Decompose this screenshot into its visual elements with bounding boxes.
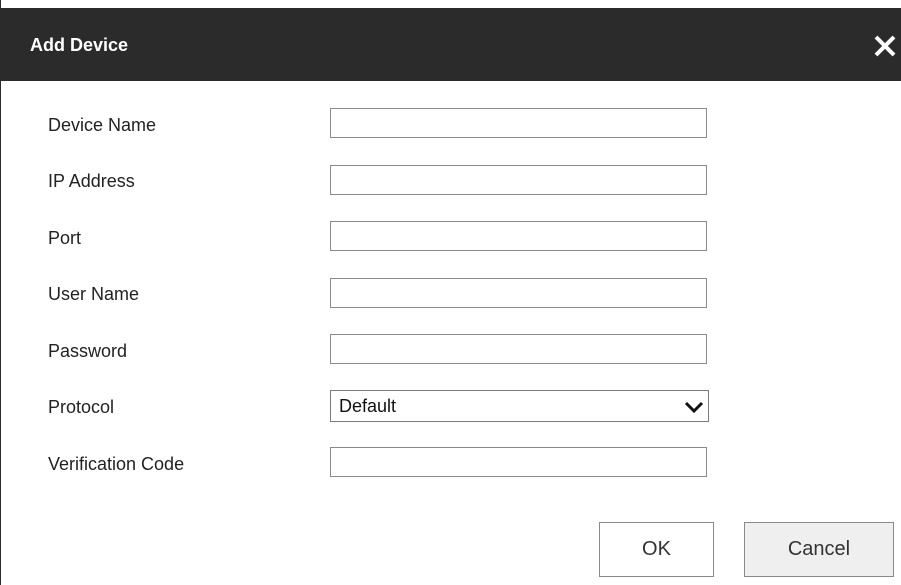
close-icon[interactable] — [872, 30, 898, 60]
protocol-selected-value: Default — [339, 396, 397, 416]
ip-address-field[interactable] — [330, 165, 707, 195]
protocol-select[interactable]: Default — [330, 390, 709, 422]
port-field[interactable] — [330, 221, 707, 251]
ok-button[interactable]: OK — [599, 522, 714, 577]
chevron-down-icon — [684, 397, 704, 417]
add-device-dialog: Add Device Device Name IP Address Port U… — [0, 0, 901, 585]
user-name-label: User Name — [48, 284, 140, 304]
protocol-label: Protocol — [48, 397, 115, 417]
verification-code-field[interactable] — [330, 447, 707, 477]
verification-code-label: Verification Code — [48, 454, 185, 474]
device-name-field[interactable] — [330, 108, 707, 138]
ip-address-label: IP Address — [48, 171, 135, 191]
device-name-label: Device Name — [48, 115, 157, 135]
dialog-titlebar: Add Device — [1, 8, 901, 81]
cancel-button[interactable]: Cancel — [744, 522, 894, 577]
password-label: Password — [48, 341, 128, 361]
dialog-title: Add Device — [30, 35, 129, 55]
port-label: Port — [48, 228, 82, 248]
password-field[interactable] — [330, 334, 707, 364]
user-name-field[interactable] — [330, 278, 707, 308]
